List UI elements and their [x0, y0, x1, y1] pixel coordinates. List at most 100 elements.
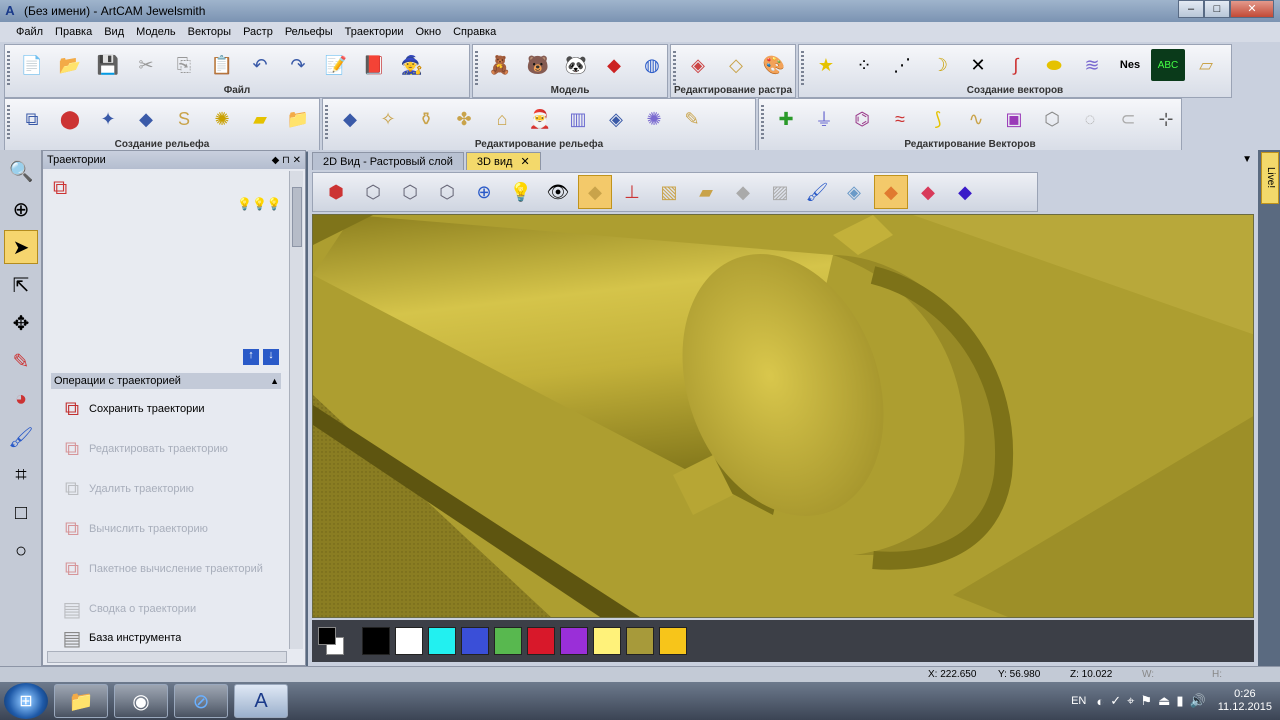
star-vector-icon[interactable]: ★ [809, 49, 843, 81]
points-icon[interactable]: ⁘ [847, 49, 881, 81]
spline-icon[interactable]: ∿ [959, 103, 993, 135]
bezier-icon[interactable]: ⟆ [921, 103, 955, 135]
nesting-icon[interactable]: Nes [1113, 49, 1147, 81]
toolpath-preview-icon[interactable]: ▰ [689, 175, 723, 209]
panel-scrollbar[interactable] [289, 171, 303, 649]
cross-icon[interactable]: ✕ [961, 49, 995, 81]
transform-move-icon[interactable]: ✥ [4, 306, 38, 340]
explorer-task-icon[interactable]: 📁 [54, 684, 108, 718]
swatch-purple[interactable] [560, 627, 588, 655]
swatch-blue[interactable] [461, 627, 489, 655]
relief-combine-icon[interactable]: ⧉ [15, 103, 49, 135]
tab-close-icon[interactable]: ✕ [520, 156, 529, 168]
menu-file[interactable]: Файл [10, 26, 49, 38]
curve-edit-icon[interactable]: ∫ [999, 49, 1033, 81]
menu-view[interactable]: Вид [98, 26, 130, 38]
relief-tile-icon[interactable]: ◈ [599, 103, 633, 135]
eye-icon[interactable]: 👁 [541, 175, 575, 209]
grey-plane-icon[interactable]: ◆ [726, 175, 760, 209]
new-file-icon[interactable]: 📄 [15, 49, 49, 81]
swatch-green[interactable] [494, 627, 522, 655]
model-bear-icon[interactable]: 🐻 [521, 49, 555, 81]
polyline-tool-icon[interactable]: ⌗ [4, 458, 38, 492]
shape-b-icon[interactable]: ◌ [1073, 103, 1107, 135]
tray-pin-icon[interactable]: ⌖ [1127, 693, 1134, 709]
mirror-icon[interactable]: ⌬ [845, 103, 879, 135]
side-view-icon[interactable]: ⬡ [393, 175, 427, 209]
copy-icon[interactable]: ⎘ [167, 49, 201, 81]
shape-fill-icon[interactable]: ⬬ [1037, 49, 1071, 81]
relief-pen-icon[interactable]: ✎ [675, 103, 709, 135]
arc-icon[interactable]: ☽ [923, 49, 957, 81]
menu-window[interactable]: Окно [410, 26, 448, 38]
relief-star-icon[interactable]: ✦ [91, 103, 125, 135]
save-icon[interactable]: 💾 [91, 49, 125, 81]
circle-icon[interactable]: ○ [4, 534, 38, 568]
language-indicator[interactable]: EN [1071, 695, 1086, 707]
undo-icon[interactable]: ↶ [243, 49, 277, 81]
add-node-icon[interactable]: ✚ [769, 103, 803, 135]
shape-a-icon[interactable]: ⬡ [1035, 103, 1069, 135]
swatch-light-yellow[interactable] [593, 627, 621, 655]
menu-toolpaths[interactable]: Траектории [339, 26, 410, 38]
menu-model[interactable]: Модель [130, 26, 181, 38]
relief-extrude-icon[interactable]: ◆ [129, 103, 163, 135]
relief-sweep-icon[interactable]: S [167, 103, 201, 135]
move-up-icon[interactable]: ↑ [243, 349, 259, 365]
swatch-black[interactable] [362, 627, 390, 655]
light-bulb-icon[interactable]: 💡 [504, 175, 538, 209]
shaded-icon[interactable]: ◆ [874, 175, 908, 209]
tray-app-icon[interactable]: ◐ [1096, 694, 1104, 709]
menu-help[interactable]: Справка [447, 26, 502, 38]
zoom-window-icon[interactable]: 🔍 [4, 154, 38, 188]
start-button[interactable]: ⊞ [4, 683, 48, 719]
action-center-flag-icon[interactable]: ⚑ [1140, 693, 1152, 709]
iso-view-icon[interactable]: ⬢ [319, 175, 353, 209]
network-icon[interactable]: ▮ [1176, 693, 1183, 709]
relief-plane-view-icon[interactable]: ◆ [578, 175, 612, 209]
app-task-icon[interactable]: ⊘ [174, 684, 228, 718]
swatch-olive[interactable] [626, 627, 654, 655]
lathe-icon[interactable]: ⏚ [807, 103, 841, 135]
tab-2d-view[interactable]: 2D Вид - Растровый слой [312, 152, 464, 170]
color-fill-icon[interactable]: ◕ [4, 382, 38, 416]
model-shape-icon[interactable]: ◆ [597, 49, 631, 81]
relief-weave-icon[interactable]: ✺ [205, 103, 239, 135]
plate-icon[interactable]: ▱ [1189, 49, 1223, 81]
zoom-icon[interactable]: ⊕ [467, 175, 501, 209]
grey-block-icon[interactable]: ▨ [763, 175, 797, 209]
shape-c-icon[interactable]: ⊂ [1111, 103, 1145, 135]
panel-hscrollbar[interactable] [47, 651, 287, 663]
swatch-cyan[interactable] [428, 627, 456, 655]
open-folder-icon[interactable]: 📂 [53, 49, 87, 81]
book-icon[interactable]: 📕 [357, 49, 391, 81]
polyline-icon[interactable]: ⋰ [885, 49, 919, 81]
text-grid-icon[interactable]: ABC [1151, 49, 1185, 81]
raster-palette-icon[interactable]: 🎨 [757, 49, 791, 81]
raster-fill-icon[interactable]: ◇ [719, 49, 753, 81]
safely-remove-icon[interactable]: ⏏ [1158, 693, 1170, 709]
move-down-icon[interactable]: ↓ [263, 349, 279, 365]
toolpath-tree[interactable]: ⧉ 💡💡💡 ↑ ↓ [47, 171, 291, 371]
relief-import-icon[interactable]: 📁 [281, 103, 315, 135]
notes-icon[interactable]: 📝 [319, 49, 353, 81]
paste-icon[interactable]: 📋 [205, 49, 239, 81]
tabs-dropdown-icon[interactable]: ▼ [1242, 154, 1252, 165]
transform-icon[interactable]: ⊹ [1149, 103, 1183, 135]
toolpaths-root-icon[interactable]: ⧉ [53, 177, 67, 200]
live-side-tab[interactable]: Live! [1261, 152, 1279, 204]
pencil-icon[interactable]: ✎ [4, 344, 38, 378]
artcam-task-icon[interactable]: A [234, 684, 288, 718]
axes-icon[interactable]: ⊥ [615, 175, 649, 209]
relief-arch-icon[interactable]: ⌂ [485, 103, 519, 135]
color-shade-icon[interactable]: ◆ [911, 175, 945, 209]
close-button[interactable]: ✕ [1230, 0, 1274, 18]
relief-shape-icon[interactable]: ⬤ [53, 103, 87, 135]
relief-sculpt-icon[interactable]: ✤ [447, 103, 481, 135]
menu-raster[interactable]: Растр [237, 26, 279, 38]
volume-icon[interactable]: 🔊 [1190, 693, 1206, 709]
model-image-icon[interactable]: 🧸 [483, 49, 517, 81]
frame-icon[interactable]: ▣ [997, 103, 1031, 135]
swatch-gold[interactable] [659, 627, 687, 655]
op-tool-database[interactable]: ▤ База инструмента [55, 627, 182, 650]
